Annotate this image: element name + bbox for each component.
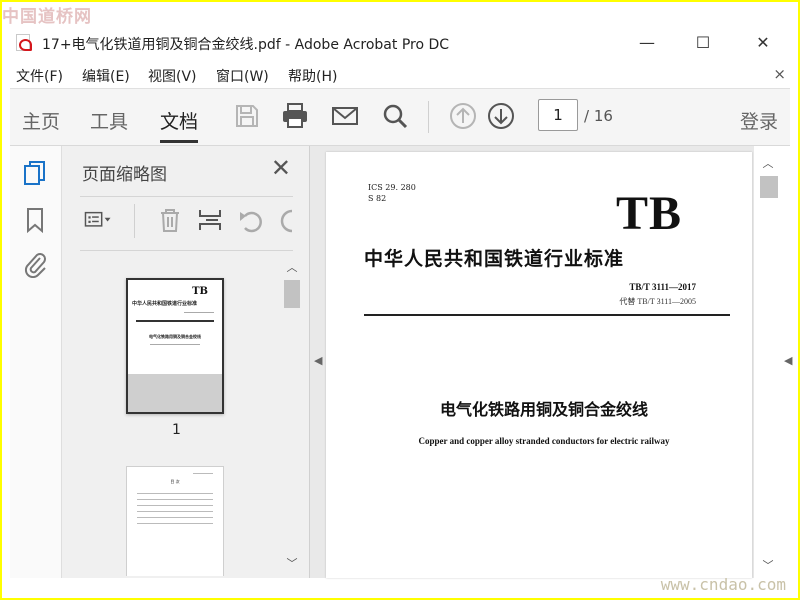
navigation-strip — [10, 146, 62, 578]
thumb2-line — [137, 511, 213, 512]
login-button[interactable]: 登录 — [740, 107, 778, 134]
page-thumbnail-1[interactable]: TB 中华人民共和国铁道行业标准 电气化铁路用铜及铜合金绞线 — [126, 278, 224, 414]
panel-divider-2 — [80, 250, 293, 251]
standard-code: TB/T 3111—2017 — [629, 282, 696, 292]
scroll-down-icon[interactable]: ﹀ — [284, 556, 300, 572]
watermark-top: 中国道桥网 — [2, 7, 92, 27]
close-panel-icon[interactable]: ✕ — [271, 154, 291, 182]
main-toolbar: 主页 工具 文档 1 / 16 登录 — [10, 88, 790, 146]
doc-scrollbar-thumb[interactable] — [760, 176, 778, 198]
thumb2-line — [137, 517, 213, 518]
document-title-cn: 电气化铁路用铜及铜合金绞线 — [439, 400, 648, 419]
replaces-code: 代替 TB/T 3111—2005 — [619, 297, 696, 306]
thumbnail-list: TB 中华人民共和国铁道行业标准 电气化铁路用铜及铜合金绞线 1 目 次 — [80, 258, 284, 576]
redo-icon[interactable] — [276, 206, 296, 234]
search-icon[interactable] — [380, 101, 410, 131]
thumb-footer — [128, 374, 222, 412]
collapse-panel-icon[interactable]: ◀ — [314, 354, 322, 367]
thumbnails-panel: 页面缩略图 ✕ TB 中华人民共和国铁道行业标准 电气化铁路用铜及铜合金绞线 1… — [62, 146, 310, 578]
thumb-en-line — [150, 344, 200, 345]
menu-bar: 文件(F) 编辑(E) 视图(V) 窗口(W) 帮助(H) × — [2, 60, 798, 88]
attachment-icon[interactable] — [22, 250, 48, 278]
class-code: S 82 — [368, 194, 387, 203]
menu-view[interactable]: 视图(V) — [148, 66, 197, 86]
thumb2-heading: 目 次 — [170, 479, 180, 484]
thumb2-line — [137, 493, 213, 494]
page-number-input[interactable]: 1 — [538, 99, 578, 131]
acrobat-window: 中国道桥网 www.cndao.com 17+电气化铁道用铜及铜合金绞线.pdf… — [2, 2, 798, 598]
print-icon[interactable] — [280, 101, 310, 131]
thumb-standard-title: 中华人民共和国铁道行业标准 — [132, 301, 198, 307]
page-up-icon[interactable] — [448, 101, 478, 131]
page-thumbnail-2[interactable]: 目 次 — [126, 466, 224, 576]
menu-help[interactable]: 帮助(H) — [288, 66, 337, 86]
tb-mark: TB — [615, 187, 682, 240]
tab-home[interactable]: 主页 — [22, 107, 60, 134]
panel-divider — [80, 196, 293, 197]
thumbnail-page-number: 1 — [172, 422, 181, 438]
bookmark-icon[interactable] — [22, 206, 48, 234]
menu-window[interactable]: 窗口(W) — [216, 66, 269, 86]
page-down-icon[interactable] — [486, 101, 516, 131]
panel-separator — [134, 204, 135, 238]
scroll-up-icon[interactable]: ︿ — [284, 260, 300, 276]
mail-icon[interactable] — [330, 101, 360, 131]
document-title-en: Copper and copper alloy stranded conduct… — [418, 436, 670, 446]
menu-file[interactable]: 文件(F) — [16, 66, 63, 86]
close-document-icon[interactable]: × — [773, 65, 786, 83]
toolbar-separator — [428, 101, 429, 133]
thumb-rule — [136, 320, 214, 322]
thumb-tb-mark: TB — [192, 286, 208, 297]
thumb-doc-title: 电气化铁路用铜及铜合金绞线 — [149, 334, 201, 339]
right-pane-toggle-icon[interactable]: ◀ — [784, 354, 792, 367]
document-scrollbar[interactable]: ︿ ﹀ — [754, 146, 782, 578]
undo-icon[interactable] — [236, 206, 264, 234]
thumb2-line — [137, 505, 213, 506]
thumb2-line — [137, 523, 213, 524]
title-rule — [364, 314, 730, 316]
scrollbar-thumb[interactable] — [284, 280, 300, 308]
doc-scroll-down-icon[interactable]: ﹀ — [760, 558, 776, 574]
ics-code: ICS 29. 280 S 82 — [368, 182, 416, 204]
pdf-page: ICS 29. 280 S 82 TB 中华人民共和国铁道行业标准 TB/T 3… — [326, 152, 752, 578]
delete-icon[interactable] — [156, 206, 184, 234]
thumbnail-scrollbar[interactable]: ︿ ﹀ — [282, 258, 302, 576]
page-total: / 16 — [584, 107, 613, 125]
title-bar: 17+电气化铁道用铜及铜合金绞线.pdf - Adobe Acrobat Pro… — [2, 28, 798, 58]
menu-edit[interactable]: 编辑(E) — [82, 66, 130, 86]
close-window-button[interactable]: ✕ — [750, 32, 776, 54]
thumb2-header-line — [193, 473, 213, 474]
document-viewport: ◀ ICS 29. 280 S 82 TB 中华人民共和国铁道行业标准 TB/T… — [310, 146, 754, 578]
options-icon[interactable] — [84, 206, 112, 234]
maximize-button[interactable]: ☐ — [690, 32, 716, 54]
pdf-file-icon — [16, 34, 32, 51]
tab-document[interactable]: 文档 — [160, 107, 199, 143]
watermark-bottom: www.cndao.com — [660, 575, 786, 594]
ics-number: ICS 29. 280 — [368, 183, 416, 192]
panel-title: 页面缩略图 — [82, 165, 167, 185]
doc-scroll-up-icon[interactable]: ︿ — [760, 156, 776, 172]
tab-tools[interactable]: 工具 — [90, 107, 128, 134]
minimize-button[interactable]: — — [634, 32, 660, 54]
thumb-code-line — [184, 312, 214, 313]
insert-icon[interactable] — [196, 206, 224, 234]
thumb2-line — [137, 499, 213, 500]
window-title: 17+电气化铁道用铜及铜合金绞线.pdf - Adobe Acrobat Pro… — [42, 37, 450, 53]
save-icon[interactable] — [232, 101, 262, 131]
pages-icon[interactable] — [22, 160, 48, 188]
standard-title: 中华人民共和国铁道行业标准 — [364, 248, 625, 270]
